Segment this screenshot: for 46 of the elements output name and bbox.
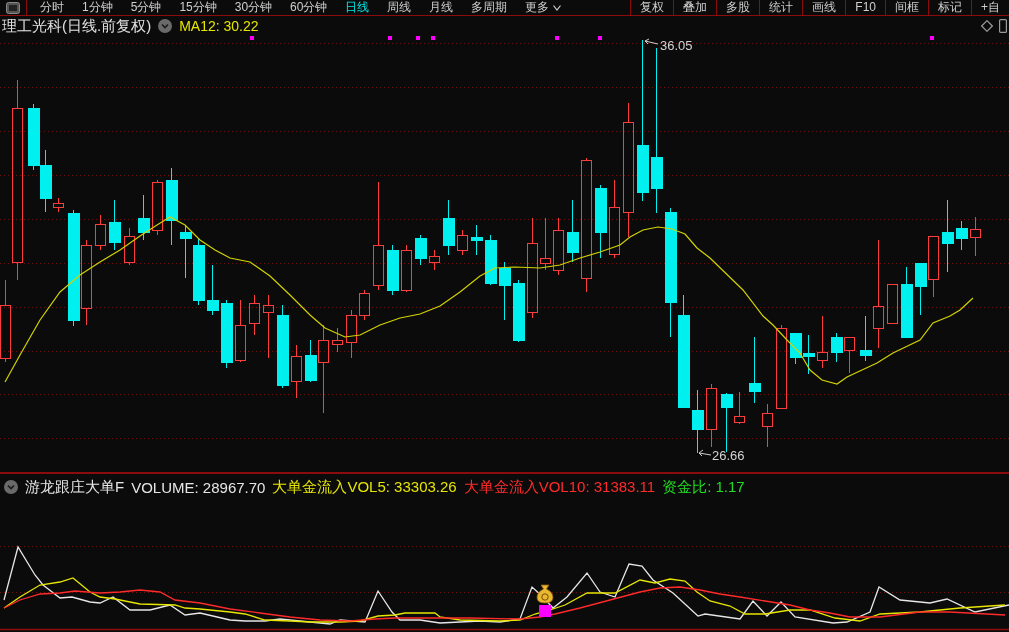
event-marker [555,36,559,40]
toolbar-button[interactable]: 间框 [885,0,928,15]
window-icon[interactable] [6,1,20,14]
event-marker [250,36,254,40]
money-bag-icon [536,584,554,604]
toolbar-button[interactable]: 统计 [759,0,803,15]
period-tab[interactable]: 周线 [378,0,421,15]
indicator-reading: 大单金流入VOL5: 33303.26 [272,477,457,497]
period-tab[interactable]: 30分钟 [225,0,282,15]
period-tab[interactable]: 多周期 [462,0,517,15]
toolbar-button[interactable]: 多股 [716,0,760,15]
event-marker [388,36,392,40]
period-tab[interactable]: 15分钟 [170,0,226,15]
event-marker [930,36,934,40]
period-tab[interactable]: 分时 [31,0,73,15]
indicator-reading: VOLUME: 28967.70 [131,478,266,496]
toolbar-button[interactable]: 标记 [928,0,971,15]
period-tab[interactable]: 5分钟 [121,0,171,15]
period-tab[interactable]: 60分钟 [281,0,337,15]
chevron-down-icon[interactable] [158,19,173,33]
ma-reading: MA12: 30.22 [179,18,259,34]
chevron-down-icon[interactable] [4,480,18,494]
high-price-label: 36.05 [660,38,693,53]
period-tab[interactable]: 月线 [420,0,463,15]
toolbar-button[interactable]: +自 [971,0,1009,15]
diamond-icon[interactable] [981,20,993,32]
stock-title: 理工光科(日线.前复权) [2,16,152,36]
period-tab[interactable]: 日线 [336,0,379,15]
more-button[interactable]: 更多 [516,0,571,15]
low-price-label: 26.66 [712,448,745,463]
toolbar-button[interactable]: 画线 [802,0,846,15]
indicator-reading: 资金比: 1.17 [662,477,745,497]
caret-icon [553,4,562,11]
signal-bar [539,605,551,617]
toolbar-button[interactable]: 叠加 [673,0,717,15]
event-marker [416,36,420,40]
pointer-arrow [698,449,712,457]
toolbar-button[interactable]: F10 [845,0,885,15]
pointer-arrow [644,38,659,45]
toolbar-button[interactable]: 复权 [630,0,674,15]
indicator-reading: 大单金流入VOL10: 31383.11 [463,477,656,497]
event-marker [431,36,435,40]
indicator-name: 游龙跟庄大单F [25,477,125,497]
event-marker [598,36,602,40]
square-icon[interactable] [999,19,1007,33]
period-tab[interactable]: 1分钟 [73,0,122,15]
